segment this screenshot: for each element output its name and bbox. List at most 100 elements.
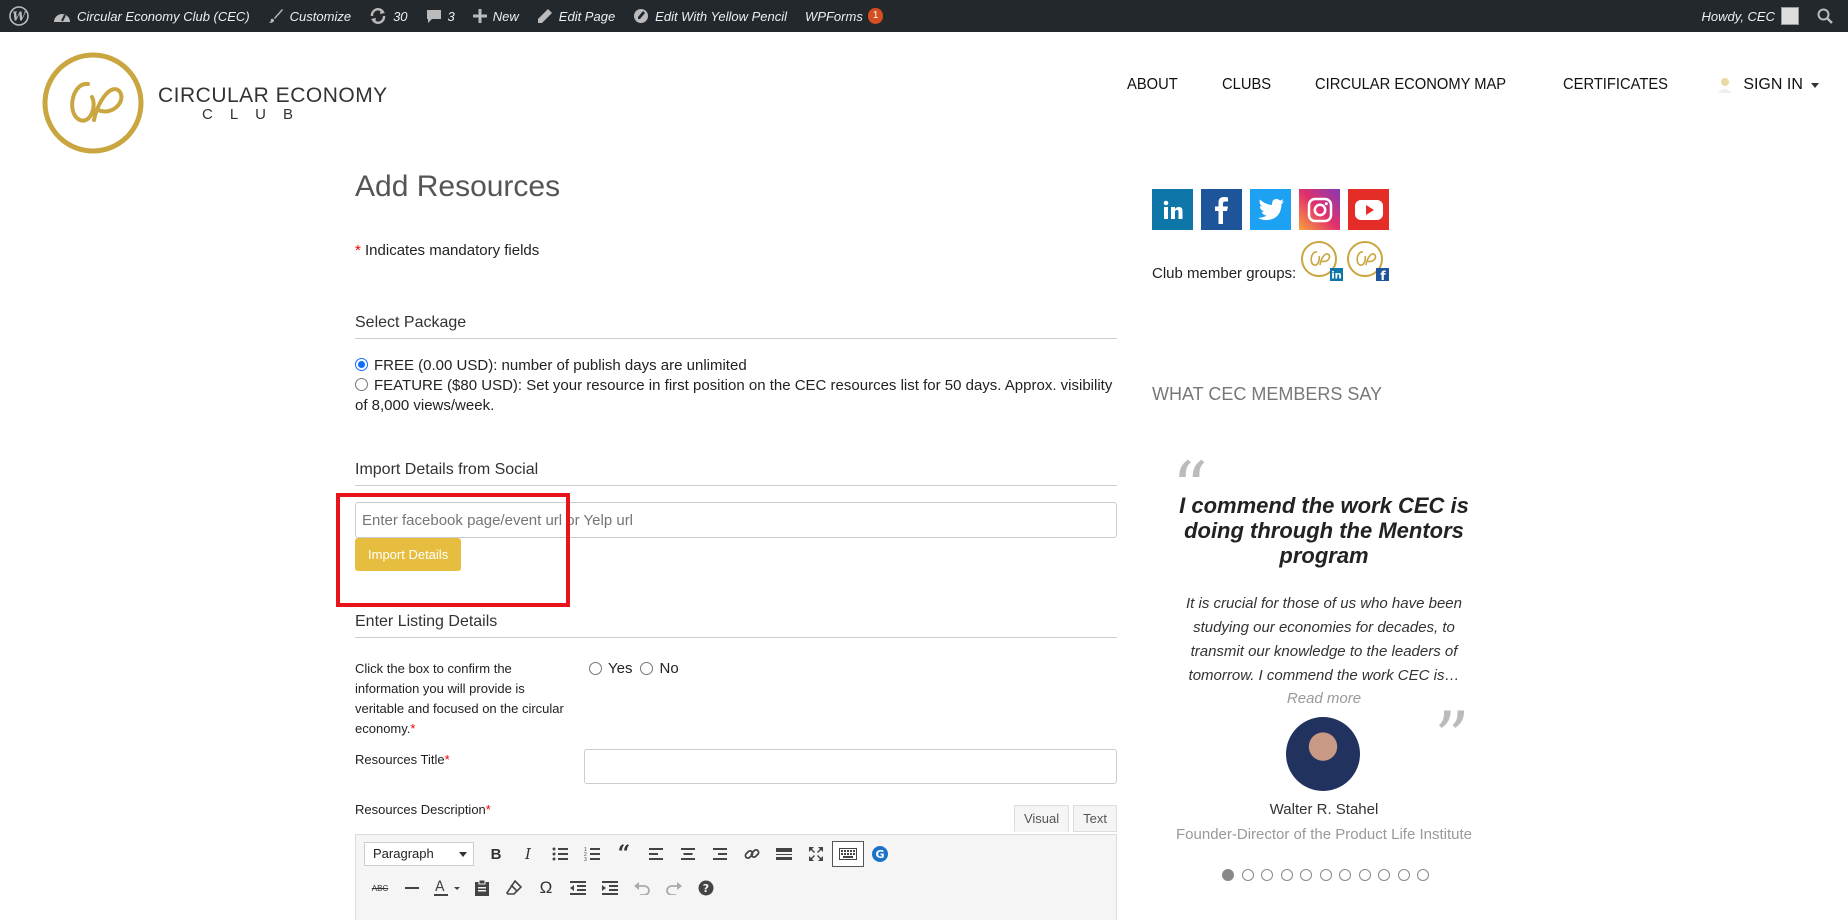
import-social-heading: Import Details from Social xyxy=(355,461,1117,486)
howdy-label: Howdy, CEC xyxy=(1701,8,1775,24)
comments-count: 3 xyxy=(447,8,455,24)
numbered-list-icon[interactable]: 123 xyxy=(576,841,608,867)
italic-icon[interactable]: I xyxy=(512,841,544,867)
package-feature-radio[interactable] xyxy=(355,378,368,391)
edit-page-link[interactable]: Edit Page xyxy=(528,0,624,32)
logo-text-line1: CIRCULAR ECONOMY xyxy=(158,83,388,107)
carousel-dot[interactable] xyxy=(1280,869,1293,881)
cec-logo-icon xyxy=(42,52,144,154)
package-feature-option[interactable]: FEATURE ($80 USD): Set your resource in … xyxy=(355,376,1117,416)
admin-search-icon[interactable] xyxy=(1808,0,1848,32)
indent-icon[interactable] xyxy=(594,875,626,901)
align-right-icon[interactable] xyxy=(704,841,736,867)
linkedin-icon[interactable] xyxy=(1152,189,1193,230)
nav-circular-economy-map[interactable]: CIRCULAR ECONOMY MAP xyxy=(1315,76,1506,94)
account-menu[interactable]: Howdy, CEC xyxy=(1693,0,1808,32)
read-more-link[interactable]: Read more xyxy=(1172,690,1476,707)
confirm-yes-radio[interactable] xyxy=(589,662,602,675)
carousel-dot[interactable] xyxy=(1378,869,1390,881)
help-icon[interactable]: ? xyxy=(690,875,722,901)
nav-about[interactable]: ABOUT xyxy=(1127,76,1178,94)
undo-icon[interactable] xyxy=(626,875,658,901)
main-navigation: ABOUT CLUBS CIRCULAR ECONOMY MAP CERTIFI… xyxy=(1127,76,1819,94)
package-free-radio[interactable] xyxy=(355,358,368,371)
required-star: * xyxy=(410,721,416,736)
read-more-tag-icon[interactable] xyxy=(768,841,800,867)
new-label: New xyxy=(492,8,519,24)
add-resources-form: Add Resources * Indicates mandatory fiel… xyxy=(355,170,1117,920)
outdent-icon[interactable] xyxy=(562,875,594,901)
site-name-link[interactable]: Circular Economy Club (CEC) xyxy=(44,0,259,32)
select-package-heading: Select Package xyxy=(355,314,1117,339)
align-center-icon[interactable] xyxy=(672,841,704,867)
carousel-dot[interactable] xyxy=(1339,869,1351,881)
twitter-icon[interactable] xyxy=(1250,189,1291,230)
paintbrush-icon xyxy=(268,9,283,23)
carousel-dot[interactable] xyxy=(1222,869,1234,881)
testimonial-body: It is crucial for those of us who have b… xyxy=(1186,595,1462,684)
testimonial-person-name: Walter R. Stahel xyxy=(1269,801,1379,818)
linkedin-group-icon[interactable]: in xyxy=(1300,240,1344,282)
mandatory-note: * Indicates mandatory fields xyxy=(355,242,539,259)
svg-text:3: 3 xyxy=(584,857,587,861)
editor-tabs: Visual Text xyxy=(1010,805,1117,832)
bold-icon[interactable]: B xyxy=(480,841,512,867)
carousel-dot[interactable] xyxy=(1261,869,1273,881)
nav-clubs[interactable]: CLUBS xyxy=(1222,76,1271,94)
svg-text:f: f xyxy=(1381,269,1387,282)
wordpress-logo-icon[interactable]: W xyxy=(0,0,44,32)
align-left-icon[interactable] xyxy=(640,841,672,867)
customize-label: Customize xyxy=(289,8,352,24)
site-logo[interactable]: CIRCULAR ECONOMY CLUB xyxy=(42,52,388,154)
youtube-icon[interactable] xyxy=(1348,189,1389,230)
yellow-pencil-link[interactable]: Edit With Yellow Pencil xyxy=(624,0,796,32)
confirm-no-radio[interactable] xyxy=(640,662,654,675)
facebook-icon[interactable] xyxy=(1201,189,1242,230)
resources-description-label-text: Resources Description xyxy=(355,802,486,817)
wpforms-link[interactable]: WPForms 1 xyxy=(796,0,892,32)
paragraph-format-select[interactable]: Paragraph xyxy=(364,842,474,866)
highlight-box xyxy=(336,493,570,607)
resources-title-input[interactable] xyxy=(584,749,1117,784)
edit-page-label: Edit Page xyxy=(558,8,616,24)
sign-in-menu[interactable]: SIGN IN xyxy=(1717,76,1819,94)
carousel-dot[interactable] xyxy=(1417,869,1429,881)
carousel-dot[interactable] xyxy=(1241,869,1254,881)
special-character-icon[interactable]: Ω xyxy=(530,875,562,901)
customize-link[interactable]: Customize xyxy=(259,0,360,32)
paste-as-text-icon[interactable] xyxy=(466,875,498,901)
yellow-pencil-icon xyxy=(634,9,649,23)
carousel-dot[interactable] xyxy=(1358,869,1371,881)
required-star: * xyxy=(485,802,491,817)
grammarly-icon[interactable]: G xyxy=(864,841,896,867)
strikethrough-icon[interactable]: ABC xyxy=(364,875,396,901)
redo-icon[interactable] xyxy=(658,875,690,901)
instagram-icon[interactable] xyxy=(1299,189,1340,230)
carousel-dot[interactable] xyxy=(1300,869,1312,881)
text-color-icon[interactable]: A xyxy=(428,875,466,901)
new-content-link[interactable]: New xyxy=(464,0,528,32)
svg-text:A: A xyxy=(435,879,445,895)
facebook-group-icon[interactable]: f xyxy=(1346,240,1390,283)
club-member-groups: Club member groups: in f xyxy=(1152,240,1390,283)
resources-title-label-text: Resources Title xyxy=(355,752,445,767)
testimonial-carousel-dots xyxy=(1222,869,1437,881)
mandatory-note-text: Indicates mandatory fields xyxy=(365,242,540,259)
comments-link[interactable]: 3 xyxy=(417,0,464,32)
blockquote-icon[interactable]: “ xyxy=(608,841,640,867)
fullscreen-icon[interactable] xyxy=(800,841,832,867)
toolbar-toggle-icon[interactable] xyxy=(832,841,864,867)
tab-text[interactable]: Text xyxy=(1073,805,1117,832)
horizontal-line-icon[interactable] xyxy=(396,875,428,901)
tab-visual[interactable]: Visual xyxy=(1013,805,1070,832)
plus-icon xyxy=(472,9,487,23)
link-icon[interactable] xyxy=(736,841,768,867)
updates-link[interactable]: 30 xyxy=(360,0,416,32)
carousel-dot[interactable] xyxy=(1319,869,1332,881)
bullet-list-icon[interactable] xyxy=(544,841,576,867)
nav-certificates[interactable]: CERTIFICATES xyxy=(1563,76,1668,94)
package-free-option[interactable]: FREE (0.00 USD): number of publish days … xyxy=(355,356,1117,376)
carousel-dot[interactable] xyxy=(1397,869,1410,881)
clear-formatting-icon[interactable] xyxy=(498,875,530,901)
avatar xyxy=(1781,7,1799,25)
